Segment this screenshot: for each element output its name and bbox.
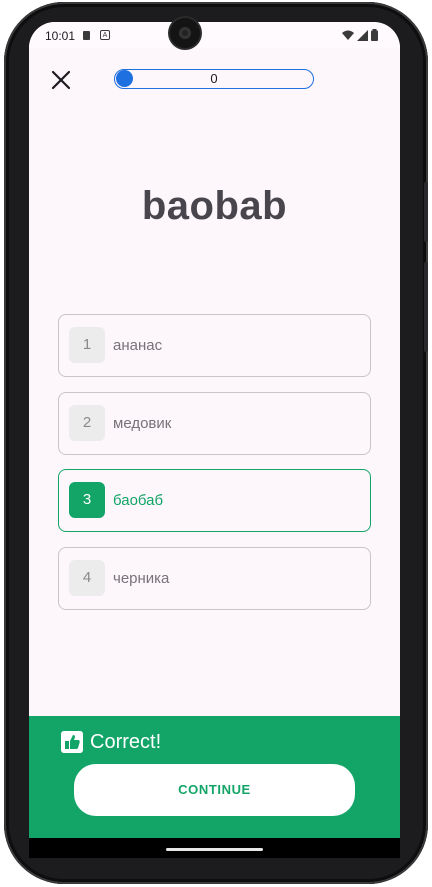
signal-icon xyxy=(357,29,368,41)
front-camera xyxy=(170,18,200,48)
battery-icon xyxy=(371,29,378,41)
wifi-icon xyxy=(342,30,354,40)
answer-option-4[interactable]: 4 черника xyxy=(58,547,371,610)
volume-button xyxy=(424,182,428,242)
quiz-word: baobab xyxy=(141,184,288,228)
status-icons xyxy=(342,29,378,41)
sd-card-icon xyxy=(83,31,90,40)
option-text: черника xyxy=(113,570,170,587)
app-screen: 10:01 A 0 baobab 1 ананас 2 медовик 3 ба… xyxy=(29,22,400,838)
a-icon: A xyxy=(100,30,110,40)
power-button xyxy=(424,262,428,352)
option-text: медовик xyxy=(113,415,172,432)
option-number: 3 xyxy=(69,482,105,518)
answer-option-1[interactable]: 1 ананас xyxy=(58,314,371,377)
option-number: 1 xyxy=(69,327,105,363)
progress-label: 0 xyxy=(210,71,218,86)
option-text: баобаб xyxy=(113,492,164,509)
feedback-message: Correct! xyxy=(90,731,162,753)
status-time: 10:01 xyxy=(45,29,76,43)
answer-option-2[interactable]: 2 медовик xyxy=(58,392,371,455)
close-icon[interactable] xyxy=(49,68,73,92)
home-indicator[interactable] xyxy=(166,848,263,851)
feedback-panel: Correct! CONTINUE xyxy=(29,716,400,838)
option-text: ананас xyxy=(113,337,163,354)
continue-button[interactable]: CONTINUE xyxy=(74,764,355,816)
option-number: 2 xyxy=(69,405,105,441)
option-number: 4 xyxy=(69,560,105,596)
progress-bar: 0 xyxy=(114,69,314,89)
answer-option-3[interactable]: 3 баобаб xyxy=(58,469,371,532)
thumbs-up-icon xyxy=(61,731,83,753)
status-bar: 10:01 A xyxy=(29,22,400,48)
